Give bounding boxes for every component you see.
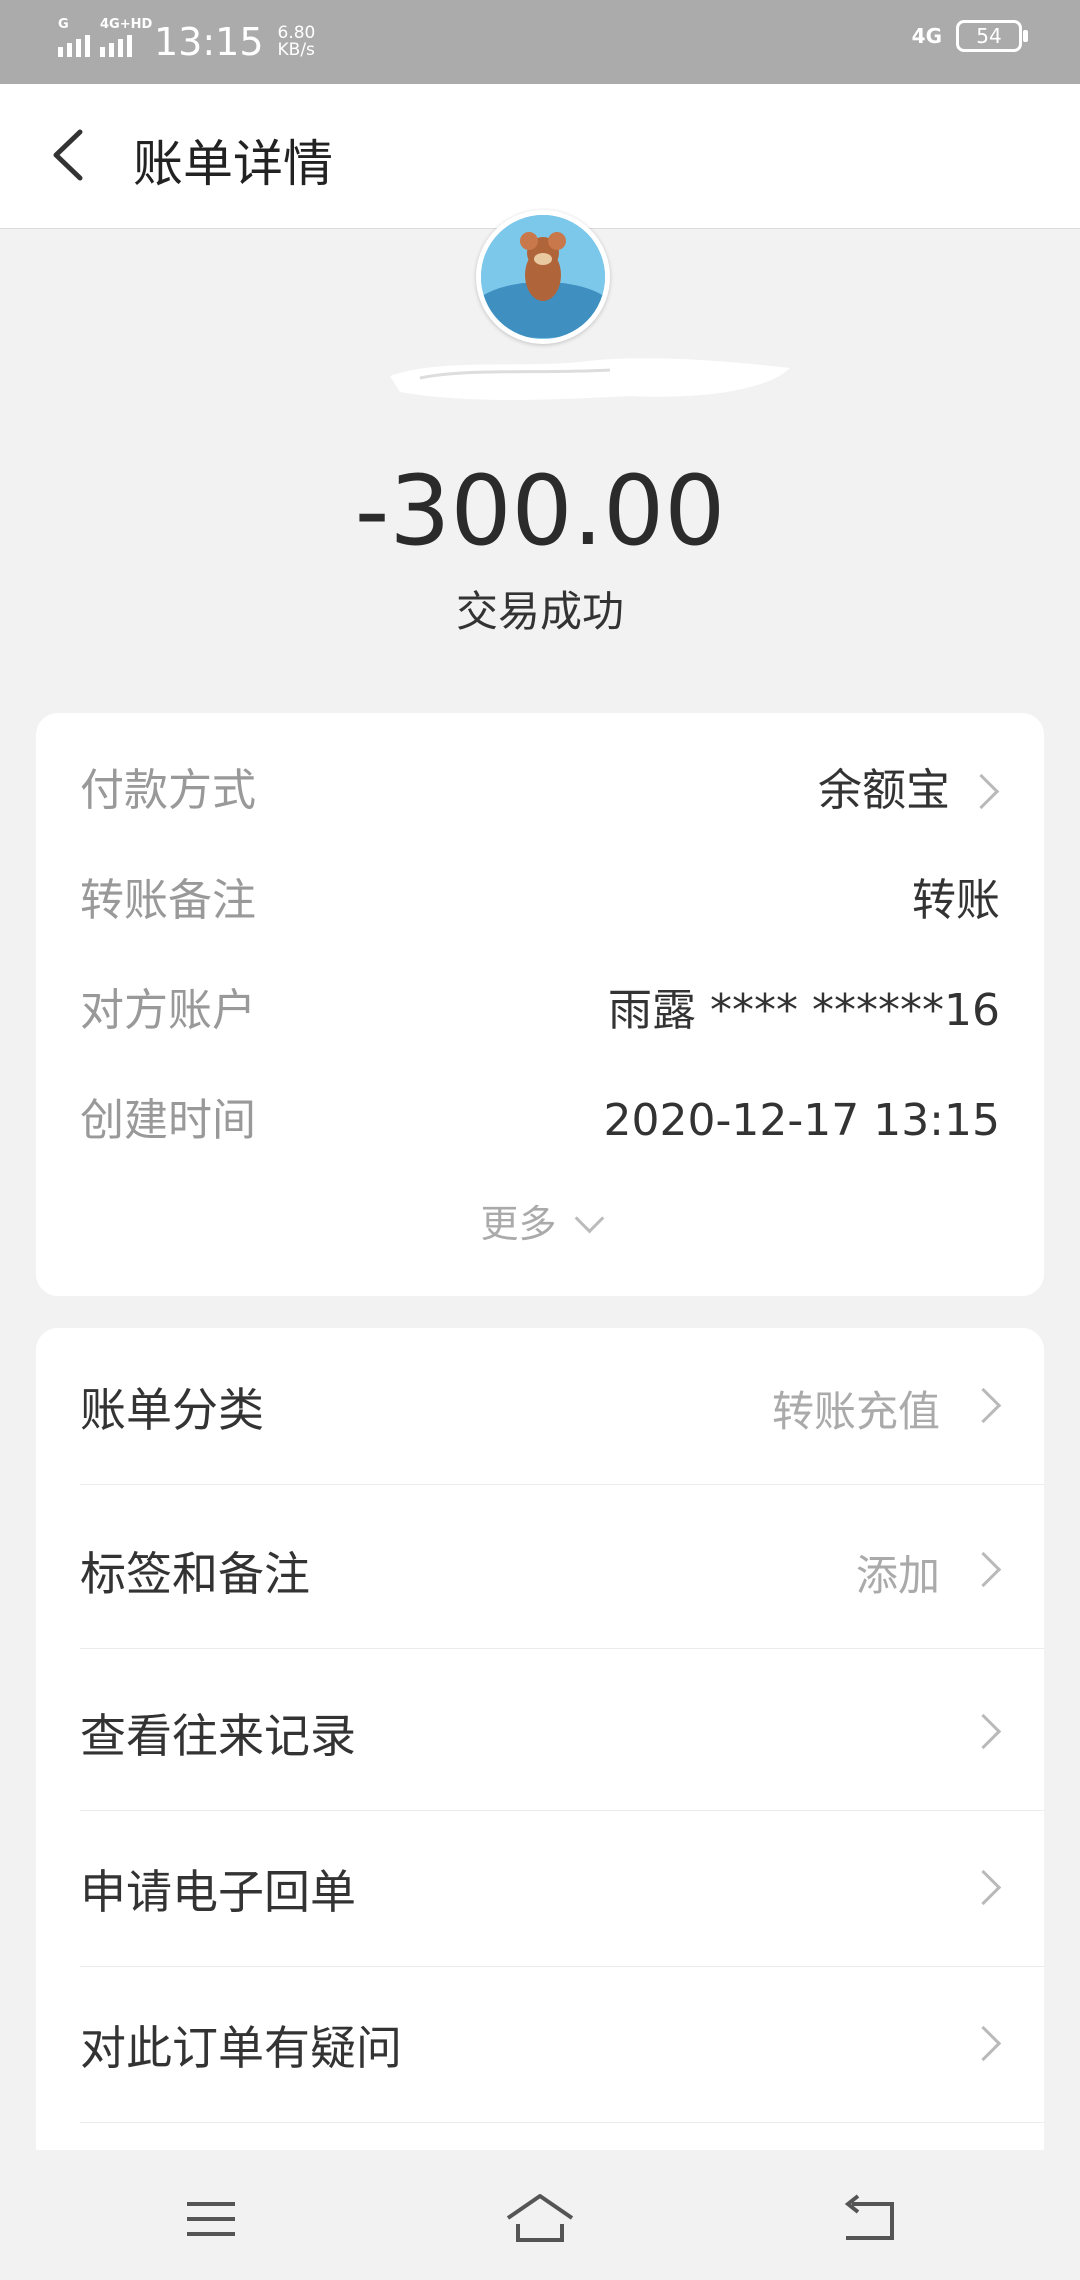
home-icon [506, 2194, 574, 2242]
counterparty-account-value: 雨露 **** ******16 [608, 985, 1000, 1036]
clock: 13:15 [154, 20, 264, 64]
avatar-image [481, 215, 605, 339]
bill-category-row[interactable]: 账单分类 转账充值 [80, 1328, 1044, 1485]
transaction-amount: -300.00 [354, 455, 726, 567]
home-button[interactable] [500, 2184, 580, 2254]
signal-4g-label: 4G+HD [100, 17, 153, 32]
actions-card: 账单分类 转账充值 标签和备注 添加 查看往来记录 申请电子回单 对此订单有疑问 [36, 1328, 1044, 2160]
signal-4g-icon: 4G+HD [100, 17, 152, 57]
created-time-label: 创建时间 [80, 1095, 256, 1146]
transfer-note-value: 转账 [912, 875, 1000, 926]
tags-notes-row[interactable]: 标签和备注 添加 [80, 1492, 1044, 1649]
more-label: 更多 [480, 1202, 557, 1246]
signal-icon: G [58, 17, 90, 57]
network-speed: 6.80 KB/s [278, 25, 316, 59]
more-button[interactable]: 更多 [36, 1193, 1044, 1248]
back-button[interactable] [38, 120, 108, 190]
chevron-right-icon [965, 1551, 1002, 1588]
bill-category-value: 转账充值 [771, 1387, 940, 1436]
chevron-down-icon [574, 1203, 604, 1234]
battery-level: 54 [976, 24, 1002, 48]
system-nav-bar [0, 2150, 1080, 2280]
return-icon [844, 2194, 894, 2240]
bill-category-label: 账单分类 [80, 1383, 264, 1437]
network-type: 4G [911, 24, 942, 48]
payment-method-label: 付款方式 [80, 765, 256, 816]
e-receipt-label: 申请电子回单 [80, 1865, 356, 1919]
speed-unit: KB/s [277, 40, 315, 60]
counterparty-name-redacted [380, 338, 800, 412]
transaction-status: 交易成功 [455, 587, 624, 636]
chevron-right-icon [965, 2025, 1002, 2062]
back-arrow-icon [53, 129, 83, 181]
tags-notes-label: 标签和备注 [80, 1547, 310, 1601]
order-question-label: 对此订单有疑问 [80, 2021, 402, 2075]
chevron-right-icon [965, 1387, 1002, 1424]
order-question-row[interactable]: 对此订单有疑问 [80, 1966, 1044, 2123]
signal-label: G [58, 17, 69, 32]
counterparty-account-row: 对方账户 雨露 **** ******16 [80, 976, 1000, 1046]
app-header: 账单详情 [0, 84, 1080, 229]
e-receipt-row[interactable]: 申请电子回单 [80, 1810, 1044, 1967]
transaction-details-card: 付款方式 余额宝 转账备注 转账 对方账户 雨露 **** ******16 创… [36, 713, 1044, 1296]
tags-notes-value: 添加 [855, 1551, 940, 1600]
chevron-right-icon [963, 773, 1000, 810]
payment-method-row[interactable]: 付款方式 余额宝 [80, 756, 1000, 826]
transfer-note-row: 转账备注 转账 [80, 866, 1000, 936]
page-title: 账单详情 [133, 135, 333, 193]
payment-method-value: 余额宝 [818, 765, 950, 816]
back-nav-button[interactable] [830, 2184, 910, 2254]
transaction-history-row[interactable]: 查看往来记录 [80, 1654, 1044, 1811]
chevron-right-icon [965, 1869, 1002, 1906]
menu-button[interactable] [171, 2184, 251, 2254]
avatar[interactable] [476, 210, 610, 344]
menu-icon [187, 2202, 235, 2236]
created-time-value: 2020-12-17 13:15 [603, 1095, 1001, 1146]
status-bar: G 4G+HD 13:15 6.80 KB/s 4G 54 [0, 0, 1080, 84]
counterparty-account-label: 对方账户 [80, 985, 256, 1036]
created-time-row: 创建时间 2020-12-17 13:15 [80, 1086, 1000, 1156]
transfer-note-label: 转账备注 [80, 875, 256, 926]
transaction-history-label: 查看往来记录 [80, 1709, 356, 1763]
chevron-right-icon [965, 1713, 1002, 1750]
battery-icon: 54 [956, 20, 1028, 52]
